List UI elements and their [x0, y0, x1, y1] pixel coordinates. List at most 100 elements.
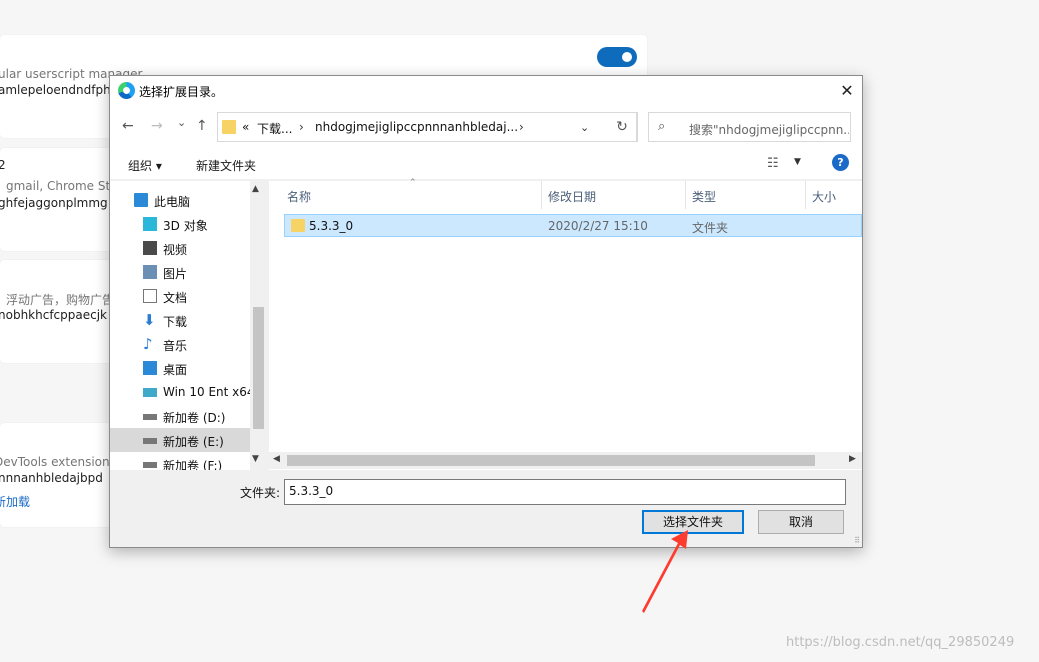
search-icon: ⌕	[658, 119, 666, 134]
annotation-arrow-icon	[642, 530, 688, 613]
extension-enable-toggle[interactable]	[597, 47, 637, 67]
nav-label: Win 10 Ent x64	[163, 385, 255, 399]
pc-icon	[134, 193, 148, 207]
nav-item-this-pc[interactable]: 此电脑	[110, 188, 250, 212]
file-list-scroll-thumb[interactable]	[287, 455, 815, 466]
nav-item-documents[interactable]: 文档	[110, 284, 250, 308]
recent-locations-icon[interactable]: ⌄	[177, 116, 186, 129]
address-overflow[interactable]: «	[242, 120, 249, 134]
column-divider[interactable]	[685, 181, 686, 209]
folder-name-input[interactable]: 5.3.3_0	[284, 479, 846, 505]
extension-id: nobhkhcfcppaecjk	[0, 308, 107, 322]
breadcrumb-separator[interactable]: ›	[519, 120, 524, 134]
documents-icon	[143, 289, 157, 303]
cancel-button[interactable]: 取消	[758, 510, 844, 534]
nav-label: 新加卷 (D:)	[163, 411, 226, 425]
nav-label: 3D 对象	[163, 219, 208, 233]
view-options-icon[interactable]: ☷	[767, 156, 779, 171]
drive-icon	[143, 438, 157, 444]
nav-label: 音乐	[163, 339, 188, 353]
breadcrumb-separator[interactable]: ›	[299, 120, 304, 134]
column-header-size[interactable]: 大小	[812, 188, 836, 205]
download-icon: ⬇	[143, 311, 156, 329]
column-divider[interactable]	[541, 181, 542, 209]
extension-description: gmail, Chrome Sto	[6, 179, 118, 193]
nav-item-videos[interactable]: 视频	[110, 236, 250, 260]
nav-label: 新加卷 (F:)	[163, 459, 223, 470]
folder-label: 文件夹:	[240, 486, 281, 500]
nav-item-pictures[interactable]: 图片	[110, 260, 250, 284]
desktop-icon	[143, 361, 157, 375]
column-header-type[interactable]: 类型	[692, 188, 716, 205]
scroll-down-icon[interactable]: ▼	[252, 454, 259, 464]
nav-item-desktop[interactable]: 桌面	[110, 356, 250, 380]
address-dropdown-icon[interactable]: ⌄	[580, 121, 589, 134]
dialog-titlebar: 选择扩展目录。 ✕	[110, 76, 862, 106]
organize-menu[interactable]: 组织 ▾	[128, 157, 162, 174]
extension-title: 2	[0, 158, 6, 172]
nav-label: 视频	[163, 243, 188, 257]
nav-item-network-drive[interactable]: Win 10 Ent x64	[110, 380, 255, 404]
nav-label: 此电脑	[154, 195, 191, 209]
nav-label: 图片	[163, 267, 188, 281]
dialog-title: 选择扩展目录。	[139, 85, 224, 99]
file-name: 5.3.3_0	[309, 219, 354, 233]
scroll-left-icon[interactable]: ◀	[273, 454, 280, 464]
file-type: 文件夹	[692, 221, 729, 235]
file-list: ⌃ 名称 修改日期 类型 大小 5.3.3_0 2020/2/27 15:10 …	[269, 178, 862, 470]
folder-icon	[222, 120, 236, 134]
nav-label: 桌面	[163, 363, 188, 377]
reload-link[interactable]: 新加载	[0, 493, 30, 510]
column-header-name[interactable]: 名称	[287, 188, 311, 205]
search-box[interactable]: ⌕ 搜索"nhdogjmejiglipccpnn...	[648, 112, 851, 142]
extension-description: DevTools extension f	[0, 455, 118, 469]
nav-pane-scrollbar[interactable]: ▲ ▼	[250, 181, 267, 470]
column-divider[interactable]	[805, 181, 806, 209]
nav-item-drive-f[interactable]: 新加卷 (F:)	[110, 452, 250, 470]
sort-ascending-icon: ⌃	[409, 178, 417, 188]
navigation-bar: ← → ⌄ ↑ « 下载... › nhdogjmejiglipccpnnnan…	[110, 106, 862, 148]
file-row-selected[interactable]: 5.3.3_0 2020/2/27 15:10 文件夹	[284, 214, 862, 237]
extension-description: 浮动广告，购物广告	[6, 293, 115, 307]
nav-item-3d-objects[interactable]: 3D 对象	[110, 212, 250, 236]
extension-id: ghfejaggonplmmg	[0, 196, 108, 210]
folder-icon	[291, 219, 305, 232]
nav-item-music[interactable]: ♪ 音乐	[110, 332, 250, 356]
nav-item-drive-d[interactable]: 新加卷 (D:)	[110, 404, 250, 428]
select-folder-dialog: 选择扩展目录。 ✕ ← → ⌄ ↑ « 下载... › nhdogjmejigl…	[109, 75, 863, 548]
nav-item-drive-e[interactable]: 新加卷 (E:)	[110, 428, 250, 452]
search-input[interactable]: 搜索"nhdogjmejiglipccpnn...	[689, 121, 849, 138]
nav-item-downloads[interactable]: ⬇ 下载	[110, 308, 250, 332]
network-drive-icon	[143, 388, 157, 397]
extension-id: nnnanhbledajbpd	[0, 471, 103, 485]
breadcrumb-extension-folder[interactable]: nhdogjmejiglipccpnnnanhbledaj...	[315, 120, 518, 134]
resize-grip-icon[interactable]: ⠿	[854, 536, 860, 545]
nav-label: 文档	[163, 291, 188, 305]
video-icon	[143, 241, 157, 255]
forward-arrow-icon[interactable]: →	[151, 118, 163, 134]
close-button[interactable]: ✕	[832, 76, 862, 106]
navigation-pane: 此电脑 3D 对象 视频 图片 文档 ⬇ 下载 ♪ 音乐 桌面 Win 10 E…	[110, 181, 267, 470]
scroll-right-icon[interactable]: ▶	[849, 454, 856, 464]
up-arrow-icon[interactable]: ↑	[196, 118, 208, 134]
address-bar[interactable]: « 下载... › nhdogjmejiglipccpnnnanhbledaj.…	[217, 112, 637, 142]
help-icon[interactable]: ?	[832, 154, 849, 171]
refresh-icon[interactable]: ↻	[607, 112, 638, 142]
music-icon: ♪	[143, 335, 153, 353]
file-modified: 2020/2/27 15:10	[548, 219, 648, 233]
scroll-up-icon[interactable]: ▲	[252, 184, 259, 194]
column-header-modified[interactable]: 修改日期	[548, 188, 596, 205]
nav-label: 新加卷 (E:)	[163, 435, 224, 449]
view-dropdown-icon[interactable]: ▼	[794, 157, 801, 167]
new-folder-button[interactable]: 新建文件夹	[196, 157, 256, 174]
back-arrow-icon[interactable]: ←	[122, 118, 134, 134]
extension-id: amlepeloendndfphc	[0, 83, 118, 97]
breadcrumb-downloads[interactable]: 下载...	[257, 120, 292, 137]
watermark: https://blog.csdn.net/qq_29850249	[786, 635, 1015, 650]
file-list-hscrollbar[interactable]: ◀ ▶	[269, 452, 862, 469]
command-bar: 组织 ▾ 新建文件夹 ☷ ▼ ?	[110, 148, 862, 180]
drive-icon	[143, 462, 157, 468]
nav-pane-scroll-thumb[interactable]	[253, 307, 264, 429]
nav-label: 下载	[163, 315, 188, 329]
pictures-icon	[143, 265, 157, 279]
